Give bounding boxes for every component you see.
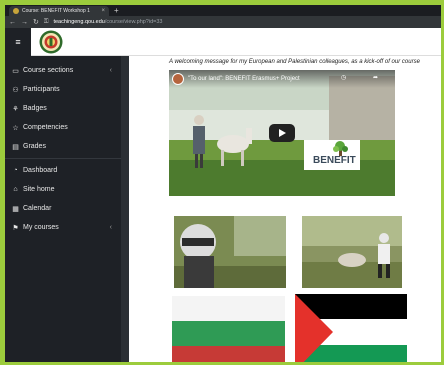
sidebar-item-course-sections[interactable]: ▭ Course sections ‹ (5, 61, 121, 80)
tab-close-icon[interactable]: × (101, 8, 105, 14)
courses-icon: ⚑ (12, 224, 19, 232)
sidebar-item-badges[interactable]: ⚘ Badges (5, 99, 121, 118)
share-icon[interactable]: ➦ (373, 74, 378, 81)
video-title[interactable]: "To our land": BENEFIT Erasmus+ Project (188, 76, 300, 82)
badge-icon: ⚘ (12, 105, 19, 113)
calendar-icon: ▦ (12, 205, 19, 213)
sidebar-item-my-courses[interactable]: ⚑ My courses ‹ (5, 218, 121, 237)
sidebar-item-label: Course sections (23, 67, 74, 74)
palestine-flag[interactable] (295, 294, 407, 362)
intro-text: A welcoming message for my European and … (169, 59, 420, 65)
chevron-left-icon[interactable]: ‹ (110, 224, 112, 231)
channel-avatar[interactable] (172, 73, 184, 85)
video-embed[interactable]: "To our land": BENEFIT Erasmus+ Project … (169, 70, 395, 196)
watch-later-icon[interactable]: ◷ (341, 74, 346, 81)
competencies-icon: ☆ (12, 124, 19, 132)
workshop-photo-field[interactable] (302, 216, 402, 288)
sidebar-item-site-home[interactable]: ⌂ Site home (5, 180, 121, 199)
university-logo[interactable] (39, 30, 63, 54)
sidebar-item-label: Dashboard (23, 167, 58, 174)
address-bar[interactable]: teachingeng.qou.edu/course/view.php?id=3… (53, 19, 162, 25)
workshop-photo-keffiyeh[interactable] (174, 216, 286, 288)
forward-icon[interactable]: → (21, 19, 28, 26)
browser-window: Course: BENEFIT Workshop 1 × + ← → ↻ ⚿ t… (5, 5, 441, 362)
chevron-left-icon[interactable]: ‹ (110, 67, 112, 74)
tab-title: Course: BENEFIT Workshop 1 (22, 8, 90, 14)
folder-icon: ▭ (12, 67, 19, 75)
sidebar-item-competencies[interactable]: ☆ Competencies (5, 118, 121, 137)
grades-icon: ▤ (12, 143, 19, 151)
course-sidebar: ▭ Course sections ‹ ⚇ Participants ⚘ Bad… (5, 56, 121, 362)
back-icon[interactable]: ← (9, 19, 16, 26)
hamburger-menu-icon[interactable]: ≡ (5, 27, 31, 56)
lock-icon[interactable]: ⚿ (44, 19, 49, 26)
benefit-logo: BENEFIT (304, 140, 360, 170)
sidebar-item-label: Participants (23, 86, 60, 93)
course-content: A welcoming message for my European and … (129, 56, 441, 362)
home-icon: ⌂ (13, 186, 18, 193)
address-toolbar: ← → ↻ ⚿ teachingeng.qou.edu/course/view.… (5, 16, 441, 28)
sidebar-item-label: Badges (23, 105, 47, 112)
play-icon (278, 129, 286, 137)
sidebar-item-label: Competencies (23, 124, 68, 131)
url-path: /course/view.php?id=33 (104, 19, 163, 25)
bulgaria-flag[interactable] (172, 296, 285, 362)
sidebar-item-dashboard[interactable]: ◔ Dashboard (5, 161, 121, 180)
sidebar-item-label: My courses (23, 224, 59, 231)
reload-icon[interactable]: ↻ (33, 19, 39, 26)
sidebar-item-label: Grades (23, 143, 46, 150)
users-icon: ⚇ (12, 86, 19, 94)
play-button[interactable] (269, 124, 295, 142)
sidebar-item-label: Calendar (23, 205, 52, 212)
sidebar-item-calendar[interactable]: ▦ Calendar (5, 199, 121, 218)
sidebar-scrollbar[interactable] (121, 56, 129, 362)
video-title-bar: "To our land": BENEFIT Erasmus+ Project (169, 70, 395, 88)
tab-strip: Course: BENEFIT Workshop 1 × + (5, 5, 441, 16)
sidebar-item-label: Site home (23, 186, 55, 193)
browser-tab[interactable]: Course: BENEFIT Workshop 1 × (9, 6, 109, 16)
site-favicon-icon (13, 8, 19, 14)
sidebar-item-participants[interactable]: ⚇ Participants (5, 80, 121, 99)
dashboard-icon: ◔ (13, 167, 18, 174)
url-host: teachingeng.qou.edu (53, 19, 105, 25)
new-tab-button[interactable]: + (114, 6, 119, 16)
benefit-logo-text: BENEFIT (313, 155, 356, 166)
site-header: ≡ (5, 27, 441, 56)
sidebar-item-grades[interactable]: ▤ Grades (5, 137, 121, 156)
sidebar-divider (5, 158, 121, 159)
